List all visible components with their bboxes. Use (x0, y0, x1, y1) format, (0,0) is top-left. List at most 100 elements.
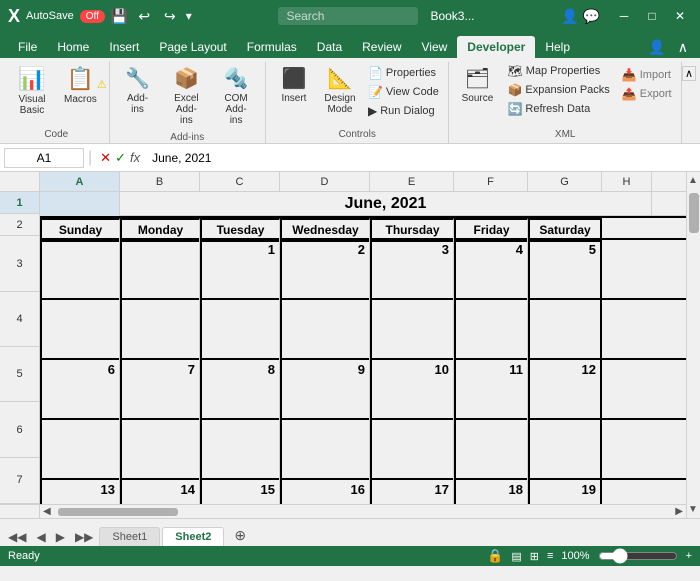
cell-e5[interactable]: 9 (280, 360, 370, 420)
scroll-right-button[interactable]: ▶ (672, 505, 686, 518)
add-ins-button[interactable]: 🔧 Add-ins (116, 62, 160, 119)
row-header-4[interactable]: 4 (0, 292, 39, 347)
cell-d3[interactable]: 1 (200, 240, 280, 300)
cell-d4[interactable] (200, 300, 280, 360)
row-header-1[interactable]: 1 (0, 192, 39, 214)
import-button[interactable]: 📥 Import (618, 66, 676, 84)
cell-d6[interactable] (200, 420, 280, 480)
col-header-c[interactable]: C (200, 172, 280, 191)
normal-view-icon[interactable]: ▤ (511, 550, 521, 563)
cell-b5[interactable]: 6 (40, 360, 120, 420)
excel-add-ins-button[interactable]: 📦 ExcelAdd-ins (164, 62, 210, 130)
export-button[interactable]: 📤 Export (618, 85, 676, 103)
cell-b6[interactable] (40, 420, 120, 480)
cell-a1[interactable] (40, 192, 120, 216)
cell-title[interactable]: June, 2021 (120, 192, 652, 216)
tab-insert[interactable]: Insert (99, 36, 149, 58)
v-scroll-thumb[interactable] (689, 193, 699, 233)
cell-b3[interactable] (40, 240, 120, 300)
cell-h4[interactable] (528, 300, 602, 360)
autosave-toggle[interactable]: Off (80, 10, 105, 23)
scroll-left-button[interactable]: ◀ (40, 505, 54, 518)
properties-button[interactable]: 📄 Properties (364, 64, 443, 82)
col-header-g[interactable]: G (528, 172, 602, 191)
insert-button[interactable]: ⬛ Insert (272, 62, 316, 108)
row-header-2[interactable]: 2 (0, 214, 39, 236)
layout-view-icon[interactable]: ⊞ (530, 550, 539, 563)
cell-h5[interactable]: 12 (528, 360, 602, 420)
name-box[interactable] (4, 148, 84, 168)
share-ribbon-icon[interactable]: 👤 (644, 37, 669, 58)
cell-h3[interactable]: 5 (528, 240, 602, 300)
sheets-scroll-prev[interactable]: ◀ (32, 528, 49, 546)
row-header-7[interactable]: 7 (0, 458, 39, 504)
cell-b7[interactable]: 13 (40, 480, 120, 504)
cell-g2-friday[interactable]: Friday (454, 218, 528, 242)
tab-developer[interactable]: Developer (457, 36, 535, 58)
cell-c6[interactable] (120, 420, 200, 480)
tab-help[interactable]: Help (535, 36, 580, 58)
accessibility-icon[interactable]: 🔒 (487, 548, 503, 564)
h-scroll-track[interactable] (54, 505, 673, 519)
col-header-e[interactable]: E (370, 172, 454, 191)
search-input[interactable] (278, 7, 418, 25)
map-properties-button[interactable]: 🗺 Map Properties (503, 62, 613, 80)
col-header-d[interactable]: D (280, 172, 370, 191)
col-header-f[interactable]: F (454, 172, 528, 191)
sheet-tab-sheet1[interactable]: Sheet1 (99, 527, 160, 546)
cell-b2-sunday[interactable]: Sunday (40, 218, 120, 242)
source-button[interactable]: 🗂 Source (455, 62, 499, 108)
cell-f6[interactable] (370, 420, 454, 480)
redo-button[interactable]: ↪ (160, 6, 180, 27)
cell-c5[interactable]: 7 (120, 360, 200, 420)
cell-e3[interactable]: 2 (280, 240, 370, 300)
cell-d7[interactable]: 15 (200, 480, 280, 504)
view-code-button[interactable]: 📝 View Code (364, 83, 443, 101)
zoom-slider[interactable] (598, 550, 678, 562)
share-icon[interactable]: 👤 (561, 8, 578, 25)
cell-h2-saturday[interactable]: Saturday (528, 218, 602, 242)
horizontal-scrollbar[interactable]: ◀ ▶ (0, 504, 686, 518)
undo-button[interactable]: ↩ (134, 6, 154, 27)
save-icon[interactable]: 💾 (111, 8, 128, 25)
col-header-b[interactable]: B (120, 172, 200, 191)
confirm-formula-icon[interactable]: ✓ (115, 150, 126, 166)
cell-c2-monday[interactable]: Monday (120, 218, 200, 242)
cell-c7[interactable]: 14 (120, 480, 200, 504)
sheet-tab-sheet2[interactable]: Sheet2 (162, 527, 224, 546)
h-scroll-thumb[interactable] (58, 508, 178, 516)
tab-home[interactable]: Home (47, 36, 99, 58)
visual-basic-button[interactable]: 📊 VisualBasic (10, 62, 54, 120)
col-header-a[interactable]: A (40, 172, 120, 191)
cell-e6[interactable] (280, 420, 370, 480)
col-header-h[interactable]: H (602, 172, 652, 191)
formula-input[interactable] (148, 149, 696, 167)
cell-h7[interactable]: 19 (528, 480, 602, 504)
tab-file[interactable]: File (8, 36, 47, 58)
cell-f5[interactable]: 10 (370, 360, 454, 420)
minimize-button[interactable]: ─ (612, 4, 636, 28)
cell-b4[interactable] (40, 300, 120, 360)
refresh-data-button[interactable]: 🔄 Refresh Data (503, 100, 613, 118)
tab-formulas[interactable]: Formulas (237, 36, 307, 58)
cell-h6[interactable] (528, 420, 602, 480)
comments-icon[interactable]: 💬 (583, 8, 600, 25)
sheets-scroll-right[interactable]: ▶▶ (71, 528, 97, 546)
row-header-5[interactable]: 5 (0, 347, 39, 402)
tab-page-layout[interactable]: Page Layout (149, 36, 236, 58)
cell-f4[interactable] (370, 300, 454, 360)
collapse-ribbon-icon[interactable]: ∧ (674, 37, 692, 58)
row-header-6[interactable]: 6 (0, 402, 39, 457)
vertical-scrollbar[interactable]: ▲ ▼ (686, 172, 700, 518)
cell-f2-thursday[interactable]: Thursday (370, 218, 454, 242)
row-header-3[interactable]: 3 (0, 236, 39, 291)
tab-data[interactable]: Data (307, 36, 352, 58)
tab-review[interactable]: Review (352, 36, 411, 58)
run-dialog-button[interactable]: ▶ Run Dialog (364, 102, 443, 120)
cell-g6[interactable] (454, 420, 528, 480)
zoom-in-icon[interactable]: + (686, 550, 692, 562)
cell-g3[interactable]: 4 (454, 240, 528, 300)
com-add-ins-button[interactable]: 🔩 COMAdd-ins (213, 62, 259, 130)
cell-c4[interactable] (120, 300, 200, 360)
page-break-view-icon[interactable]: ≡ (547, 550, 553, 562)
